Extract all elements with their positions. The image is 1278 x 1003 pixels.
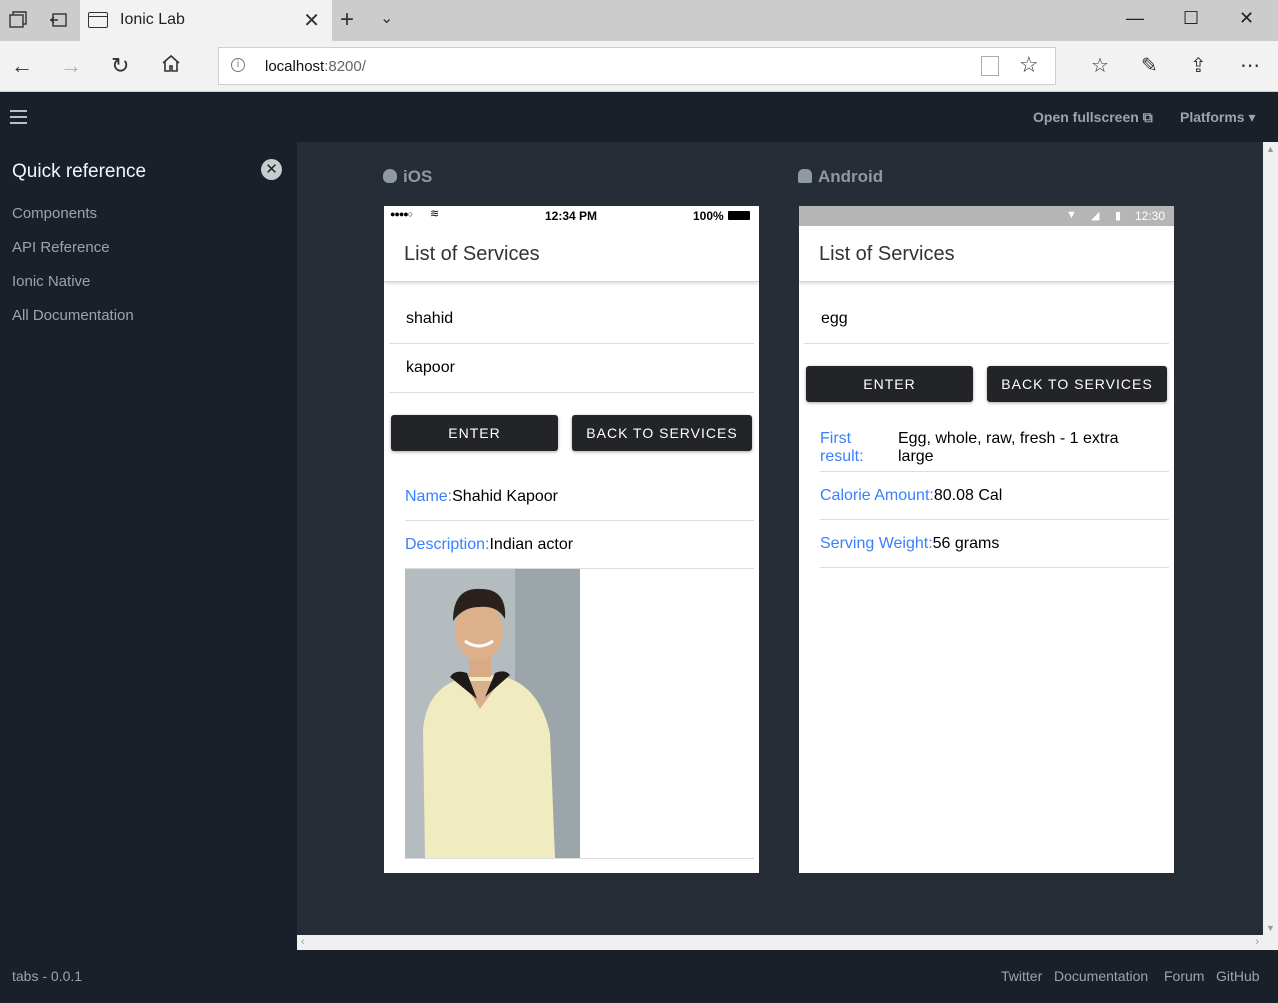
- android-label: Android: [798, 167, 883, 187]
- set-tabs-aside-icon[interactable]: [49, 11, 67, 29]
- divider: [804, 343, 1169, 344]
- sidebar-item-api-reference[interactable]: API Reference: [12, 239, 110, 256]
- ios-back-to-services-button[interactable]: BACK TO SERVICES: [572, 415, 752, 451]
- ios-page-title: List of Services: [404, 243, 540, 265]
- android-icon: [798, 169, 812, 183]
- android-toolbar: List of Services: [799, 226, 1174, 282]
- tab-title: Ionic Lab: [120, 11, 185, 28]
- divider: [405, 858, 754, 859]
- new-tab-icon[interactable]: +: [340, 6, 354, 34]
- sidebar-title: Quick reference: [12, 161, 147, 182]
- ios-enter-button[interactable]: ENTER: [391, 415, 558, 451]
- divider: [820, 471, 1169, 472]
- android-enter-button[interactable]: ENTER: [806, 366, 973, 402]
- favorites-list-icon[interactable]: ☆: [1091, 53, 1109, 78]
- open-fullscreen-link[interactable]: Open fullscreen ⧉: [1033, 109, 1153, 126]
- reading-view-icon[interactable]: [981, 56, 999, 76]
- maximize-icon[interactable]: ☐: [1183, 8, 1199, 29]
- ios-label: iOS: [383, 167, 432, 187]
- external-link-icon: ⧉: [1142, 109, 1153, 125]
- vertical-scrollbar[interactable]: ▲ ▼: [1263, 142, 1278, 935]
- refresh-icon[interactable]: ↻: [111, 53, 129, 79]
- android-first-result-value: Egg, whole, raw, fresh - 1 extra large: [898, 430, 1119, 465]
- divider: [405, 520, 754, 521]
- divider: [389, 343, 754, 344]
- back-arrow-icon[interactable]: ←: [11, 53, 33, 79]
- signal-icon: ◢: [1091, 210, 1100, 222]
- close-sidebar-icon[interactable]: ✕: [261, 159, 282, 180]
- info-icon[interactable]: i: [231, 58, 245, 72]
- pen-icon[interactable]: ✎: [1141, 53, 1158, 78]
- android-serving-weight-row: Serving Weight:56 grams: [820, 535, 1000, 552]
- divider: [820, 519, 1169, 520]
- apple-icon: [383, 169, 397, 183]
- page-icon: [88, 12, 108, 28]
- footer-link-documentation[interactable]: Documentation: [1054, 968, 1148, 984]
- quick-reference-sidebar: Quick reference ✕ Components API Referen…: [0, 142, 297, 950]
- ios-input-last-name[interactable]: kapoor: [406, 359, 455, 377]
- wifi-icon: ▼: [1066, 209, 1077, 221]
- caret-down-icon: ▾: [1248, 109, 1256, 125]
- android-food-input[interactable]: egg: [821, 310, 848, 328]
- lab-header: Open fullscreen ⧉ Platforms ▾: [0, 93, 1278, 142]
- android-first-result-key: First result:: [820, 430, 864, 465]
- menu-icon[interactable]: [10, 110, 27, 124]
- more-icon[interactable]: ⋯: [1240, 53, 1260, 78]
- browser-nav-bar: ← → ↻ i localhost:8200/ ☆ ☆ ✎ ⇪ ⋯: [0, 41, 1278, 92]
- footer-link-twitter[interactable]: Twitter: [1001, 968, 1042, 984]
- sidebar-item-components[interactable]: Components: [12, 205, 97, 222]
- footer-link-forum[interactable]: Forum: [1164, 968, 1204, 984]
- home-icon[interactable]: [161, 53, 181, 79]
- android-device-preview: ▼ ◢ ▮ 12:30 List of Services egg ENTER B…: [799, 206, 1174, 873]
- version-label: tabs - 0.0.1: [12, 968, 83, 984]
- favorite-star-icon[interactable]: ☆: [1019, 52, 1039, 78]
- ios-toolbar: List of Services: [384, 226, 759, 282]
- tab-actions-icon[interactable]: [9, 11, 27, 29]
- horizontal-scrollbar[interactable]: ‹ ›: [297, 935, 1263, 950]
- ios-input-first-name[interactable]: shahid: [406, 310, 453, 328]
- ios-name-row: Name:Shahid Kapoor: [405, 488, 558, 505]
- close-window-icon[interactable]: ✕: [1239, 8, 1254, 29]
- divider: [389, 392, 754, 393]
- signal-icon: ●●●●○: [390, 209, 413, 219]
- ios-device-preview: ●●●●○ ≋ 12:34 PM 100% List of Services s…: [384, 206, 759, 873]
- divider: [820, 567, 1169, 568]
- android-status-bar: ▼ ◢ ▮ 12:30: [799, 206, 1174, 226]
- footer-link-github[interactable]: GitHub: [1216, 968, 1260, 984]
- sidebar-item-all-documentation[interactable]: All Documentation: [12, 307, 134, 324]
- ios-status-bar: ●●●●○ ≋ 12:34 PM 100%: [384, 206, 759, 226]
- android-calorie-row: Calorie Amount:80.08 Cal: [820, 487, 1003, 504]
- chevron-down-icon[interactable]: ⌄: [380, 8, 393, 28]
- close-tab-icon[interactable]: ✕: [303, 8, 320, 33]
- browser-tab[interactable]: Ionic Lab ✕: [80, 0, 332, 41]
- wifi-icon: ≋: [430, 208, 440, 220]
- sidebar-item-ionic-native[interactable]: Ionic Native: [12, 273, 90, 290]
- url-text: localhost:8200/: [265, 58, 366, 75]
- platforms-dropdown[interactable]: Platforms ▾: [1180, 109, 1256, 126]
- battery-icon: ▮: [1115, 210, 1122, 222]
- browser-tab-bar: Ionic Lab ✕ + ⌄ — ☐ ✕: [0, 0, 1278, 41]
- scroll-corner: [1263, 935, 1278, 950]
- address-bar[interactable]: i localhost:8200/ ☆: [218, 47, 1056, 85]
- minimize-icon[interactable]: —: [1126, 8, 1144, 29]
- ios-description-row: Description:Indian actor: [405, 536, 574, 553]
- android-page-title: List of Services: [819, 243, 955, 265]
- android-back-to-services-button[interactable]: BACK TO SERVICES: [987, 366, 1167, 402]
- forward-arrow-icon[interactable]: →: [60, 53, 82, 79]
- person-photo: [405, 569, 580, 858]
- share-icon[interactable]: ⇪: [1190, 53, 1207, 78]
- battery-icon: [728, 211, 750, 220]
- lab-footer: tabs - 0.0.1 Twitter Documentation Forum…: [0, 950, 1278, 1003]
